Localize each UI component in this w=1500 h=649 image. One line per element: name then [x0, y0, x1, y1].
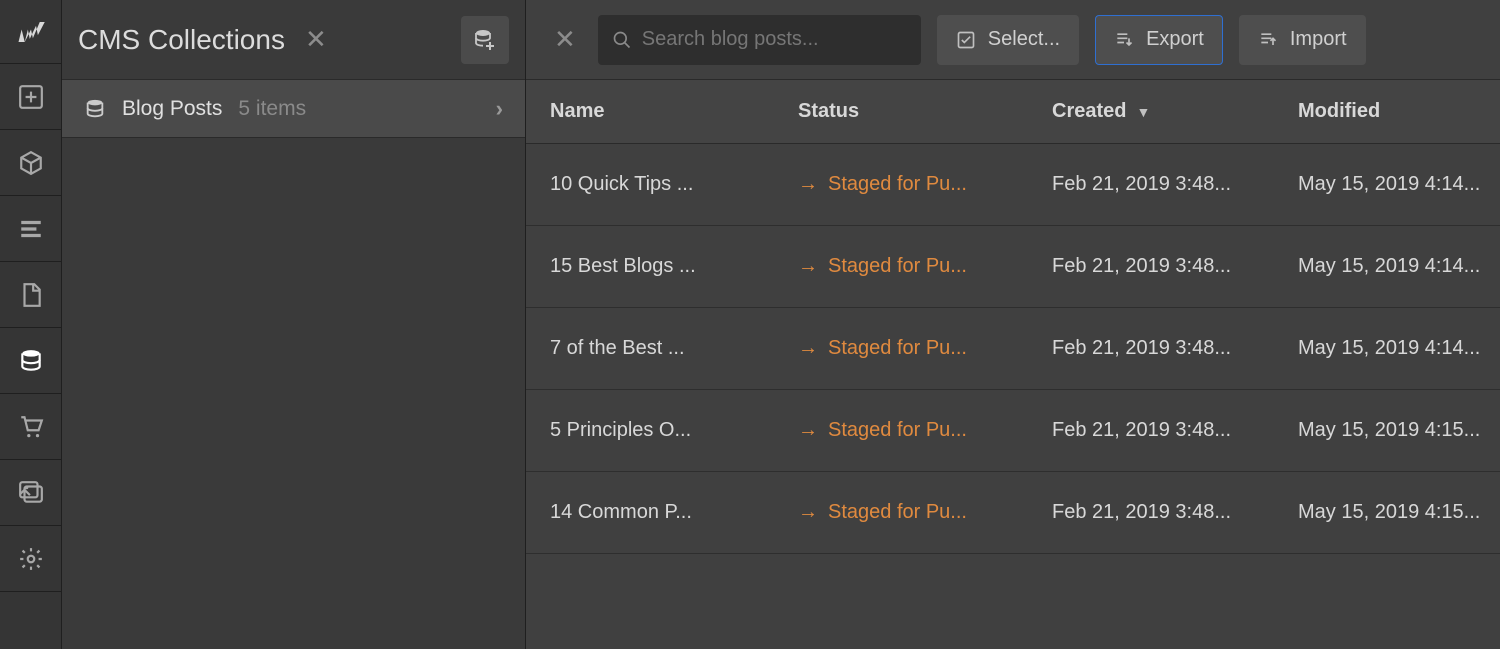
- search-icon: [612, 30, 632, 50]
- main-area: ✕ Select... Export Import Name Status: [526, 0, 1500, 649]
- table-row[interactable]: 7 of the Best ...→Staged for Pu...Feb 21…: [526, 308, 1500, 390]
- gear-icon: [18, 546, 44, 572]
- select-button[interactable]: Select...: [937, 15, 1079, 65]
- nav-assets[interactable]: [0, 460, 61, 526]
- table-header: Name Status Created ▼ Modified: [526, 80, 1500, 144]
- arrow-right-icon: →: [798, 501, 818, 524]
- plus-icon: [18, 84, 44, 110]
- cell-created: Feb 21, 2019 3:48...: [1052, 419, 1298, 442]
- panel-close-button[interactable]: ✕: [299, 24, 333, 55]
- nav-symbols[interactable]: [0, 130, 61, 196]
- app-root: CMS Collections ✕ Blog Posts 5 items › ✕…: [0, 0, 1500, 649]
- cart-icon: [18, 414, 44, 440]
- table-row[interactable]: 15 Best Blogs ...→Staged for Pu...Feb 21…: [526, 226, 1500, 308]
- cell-modified: May 15, 2019 4:15...: [1298, 501, 1500, 524]
- database-icon: [84, 98, 106, 120]
- webflow-logo[interactable]: [0, 0, 61, 64]
- toolbar: ✕ Select... Export Import: [526, 0, 1500, 80]
- export-icon: [1114, 30, 1134, 50]
- sort-desc-icon: ▼: [1136, 104, 1150, 120]
- nav-cms[interactable]: [0, 328, 61, 394]
- nav-rail: [0, 0, 62, 649]
- cell-modified: May 15, 2019 4:14...: [1298, 173, 1500, 196]
- cell-status: →Staged for Pu...: [798, 337, 1052, 360]
- cell-name: 14 Common P...: [550, 501, 798, 524]
- table-body: 10 Quick Tips ...→Staged for Pu...Feb 21…: [526, 144, 1500, 649]
- cell-modified: May 15, 2019 4:14...: [1298, 337, 1500, 360]
- arrow-right-icon: →: [798, 173, 818, 196]
- import-icon: [1258, 30, 1278, 50]
- select-label: Select...: [988, 28, 1060, 51]
- database-plus-icon: [473, 28, 497, 52]
- cell-status: →Staged for Pu...: [798, 173, 1052, 196]
- box-icon: [18, 150, 44, 176]
- toolbar-close-button[interactable]: ✕: [548, 24, 582, 55]
- nav-ecommerce[interactable]: [0, 394, 61, 460]
- table-row[interactable]: 10 Quick Tips ...→Staged for Pu...Feb 21…: [526, 144, 1500, 226]
- arrow-right-icon: →: [798, 255, 818, 278]
- cell-name: 5 Principles O...: [550, 419, 798, 442]
- cell-status: →Staged for Pu...: [798, 501, 1052, 524]
- page-icon: [18, 282, 44, 308]
- header-status[interactable]: Status: [798, 100, 1052, 123]
- cell-status: →Staged for Pu...: [798, 419, 1052, 442]
- collection-count: 5 items: [238, 97, 306, 121]
- arrow-right-icon: →: [798, 419, 818, 442]
- collections-panel: CMS Collections ✕ Blog Posts 5 items ›: [62, 0, 526, 649]
- nav-add[interactable]: [0, 64, 61, 130]
- search-input[interactable]: [642, 28, 907, 51]
- database-icon: [18, 348, 44, 374]
- arrow-right-icon: →: [798, 337, 818, 360]
- cell-name: 15 Best Blogs ...: [550, 255, 798, 278]
- cell-created: Feb 21, 2019 3:48...: [1052, 173, 1298, 196]
- export-button[interactable]: Export: [1095, 15, 1223, 65]
- cell-modified: May 15, 2019 4:15...: [1298, 419, 1500, 442]
- search-wrap[interactable]: [598, 15, 921, 65]
- checkbox-icon: [956, 30, 976, 50]
- chevron-right-icon: ›: [496, 96, 503, 122]
- nav-pages[interactable]: [0, 262, 61, 328]
- cell-created: Feb 21, 2019 3:48...: [1052, 255, 1298, 278]
- table-row[interactable]: 5 Principles O...→Staged for Pu...Feb 21…: [526, 390, 1500, 472]
- nav-navigator[interactable]: [0, 196, 61, 262]
- collection-item-blog-posts[interactable]: Blog Posts 5 items ›: [62, 80, 525, 138]
- cell-name: 7 of the Best ...: [550, 337, 798, 360]
- cell-created: Feb 21, 2019 3:48...: [1052, 337, 1298, 360]
- import-label: Import: [1290, 28, 1347, 51]
- table-row[interactable]: 14 Common P...→Staged for Pu...Feb 21, 2…: [526, 472, 1500, 554]
- list-icon: [18, 216, 44, 242]
- images-icon: [18, 480, 44, 506]
- import-button[interactable]: Import: [1239, 15, 1366, 65]
- cell-status: →Staged for Pu...: [798, 255, 1052, 278]
- collection-name: Blog Posts: [122, 97, 222, 121]
- header-created[interactable]: Created ▼: [1052, 100, 1298, 123]
- header-name[interactable]: Name: [550, 100, 798, 123]
- panel-title: CMS Collections: [78, 24, 285, 56]
- header-modified[interactable]: Modified: [1298, 100, 1500, 123]
- export-label: Export: [1146, 28, 1204, 51]
- cell-created: Feb 21, 2019 3:48...: [1052, 501, 1298, 524]
- cell-name: 10 Quick Tips ...: [550, 173, 798, 196]
- add-collection-button[interactable]: [461, 16, 509, 64]
- cell-modified: May 15, 2019 4:14...: [1298, 255, 1500, 278]
- panel-header: CMS Collections ✕: [62, 0, 525, 80]
- nav-settings[interactable]: [0, 526, 61, 592]
